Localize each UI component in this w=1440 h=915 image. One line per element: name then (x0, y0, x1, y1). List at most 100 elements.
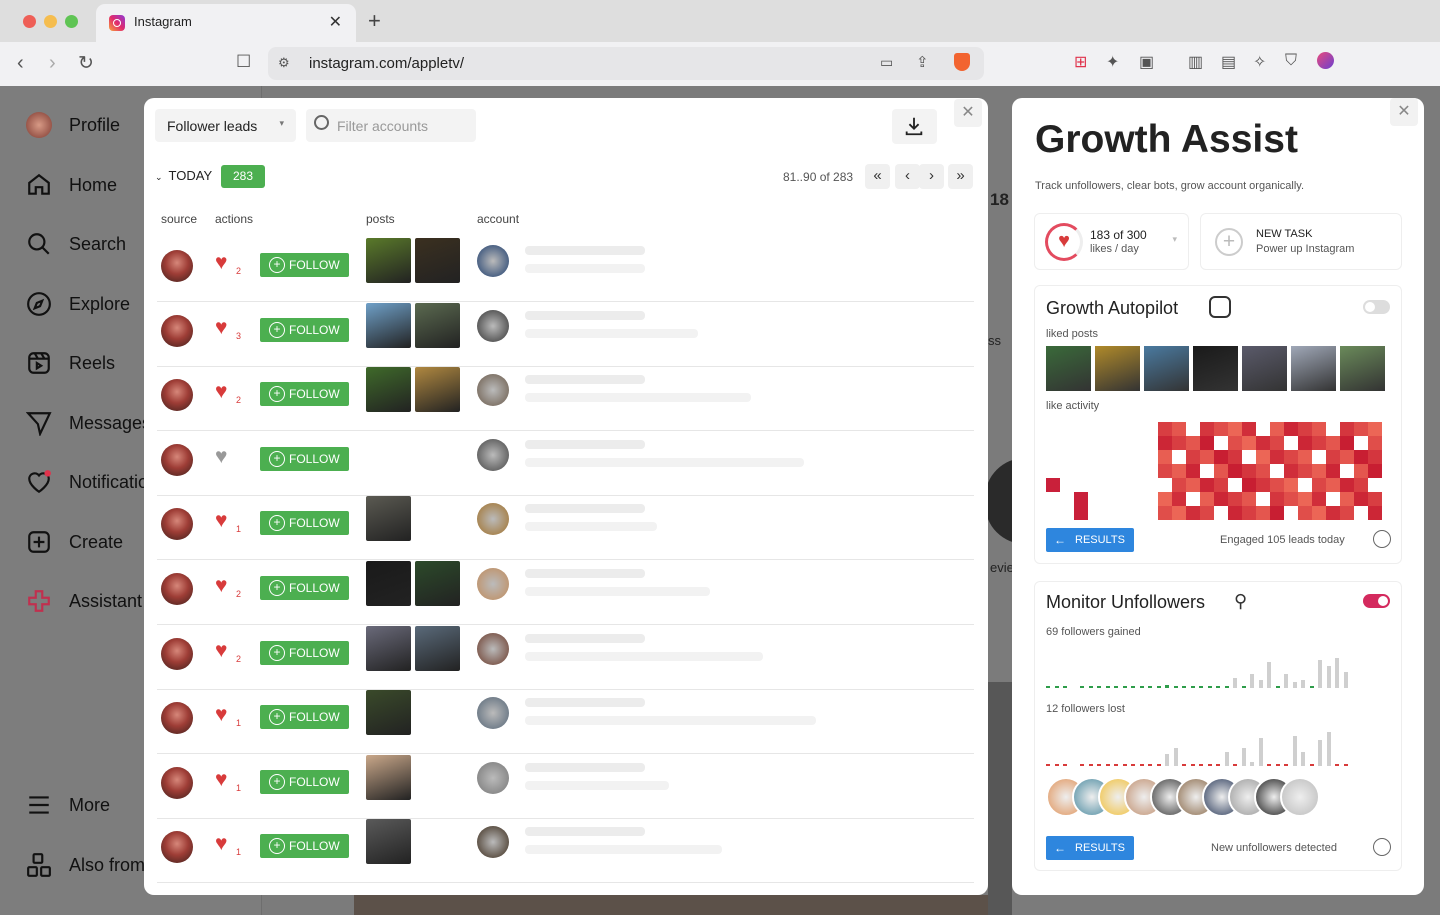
heatmap-cell (1368, 492, 1382, 506)
follow-button[interactable]: FOLLOW (260, 511, 349, 536)
liked-post-thumbnail[interactable] (1193, 346, 1238, 391)
profile-icon[interactable] (1317, 52, 1334, 69)
minimize-window-button[interactable] (44, 15, 57, 28)
brave-shield-icon[interactable] (954, 53, 970, 71)
post-thumbnail[interactable] (366, 496, 411, 542)
cast-icon[interactable]: ▭ (880, 54, 893, 71)
account-bio-blurred (525, 587, 710, 596)
unfollower-avatar[interactable] (1280, 777, 1320, 817)
unfollowers-toggle[interactable] (1363, 594, 1390, 608)
group-toggle[interactable]: ⌄ TODAY (155, 168, 212, 183)
liked-post-thumbnail[interactable] (1242, 346, 1287, 391)
trend-bar (1284, 764, 1288, 766)
follow-button[interactable]: FOLLOW (260, 769, 349, 794)
post-thumbnail[interactable] (366, 625, 411, 671)
assistant-icon (26, 588, 52, 614)
first-page-button[interactable]: « (865, 164, 890, 189)
post-thumbnail[interactable] (366, 819, 411, 865)
group-count-badge: 283 (221, 165, 265, 188)
wallet-icon[interactable]: ▤ (1221, 52, 1236, 72)
liked-post-thumbnail[interactable] (1340, 346, 1385, 391)
trend-bar (1114, 764, 1118, 766)
account-avatar[interactable] (477, 632, 509, 665)
post-thumbnail[interactable] (415, 302, 460, 348)
download-button[interactable] (892, 109, 937, 144)
maximize-window-button[interactable] (65, 15, 78, 28)
post-thumbnail[interactable] (366, 238, 411, 283)
follow-button[interactable]: FOLLOW (260, 317, 349, 342)
follow-button[interactable]: FOLLOW (260, 253, 349, 277)
account-bio-blurred (525, 457, 804, 467)
like-count: 1 (236, 524, 242, 535)
close-window-button[interactable] (23, 15, 36, 28)
account-avatar[interactable] (477, 503, 509, 536)
unfollowers-results-button[interactable]: RESULTS (1046, 836, 1134, 860)
trend-bar (1080, 686, 1084, 688)
post-thumbnail[interactable] (366, 561, 411, 606)
trend-bar (1284, 674, 1288, 688)
follow-button[interactable]: FOLLOW (260, 834, 349, 859)
post-thumbnail[interactable] (415, 367, 460, 413)
close-tab-icon[interactable]: ✕ (329, 12, 342, 32)
address-bar[interactable]: ⚙ instagram.com/appletv/ ▭ ⇪ (268, 47, 984, 80)
heatmap-cell (1312, 464, 1326, 478)
account-avatar[interactable] (477, 568, 509, 600)
filter-accounts-input[interactable]: Filter accounts (306, 109, 476, 142)
puzzle-icon[interactable]: ✦ (1106, 52, 1119, 72)
account-avatar[interactable] (477, 761, 509, 794)
follow-button[interactable]: FOLLOW (260, 382, 349, 407)
likes-per-day-card[interactable]: ♥ 183 of 300 likes / day ▾ (1034, 213, 1189, 270)
prev-page-button[interactable]: ‹ (895, 164, 920, 189)
post-thumbnail[interactable] (415, 561, 460, 606)
account-avatar[interactable] (477, 438, 509, 471)
screenshot-icon[interactable]: ▣ (1139, 52, 1154, 72)
post-thumbnail[interactable] (366, 690, 411, 736)
like-count: 3 (236, 330, 242, 341)
sidebar-toggle-icon[interactable]: ▥ (1188, 52, 1203, 72)
follow-button[interactable]: FOLLOW (260, 640, 349, 665)
liked-post-thumbnail[interactable] (1291, 346, 1336, 391)
post-thumbnail[interactable] (366, 302, 411, 348)
table-row: ♥ 2 FOLLOW (144, 625, 988, 690)
close-panel-button[interactable]: ✕ (1390, 98, 1418, 126)
follow-button[interactable]: FOLLOW (260, 576, 349, 600)
close-modal-button[interactable]: ✕ (954, 99, 982, 127)
last-page-button[interactable]: » (948, 164, 973, 189)
heatmap-cell (1354, 450, 1368, 464)
tab-title: Instagram (134, 14, 192, 29)
follow-button[interactable]: FOLLOW (260, 705, 349, 730)
account-avatar[interactable] (477, 697, 509, 730)
liked-post-thumbnail[interactable] (1046, 346, 1091, 391)
background-photo (988, 682, 1012, 915)
share-icon[interactable]: ⇪ (916, 53, 929, 71)
account-avatar[interactable] (477, 826, 509, 859)
browser-tab[interactable]: Instagram ✕ (96, 4, 356, 42)
account-avatar[interactable] (477, 245, 509, 277)
follow-button[interactable]: FOLLOW (260, 446, 349, 471)
account-avatar[interactable] (477, 309, 509, 342)
post-thumbnail[interactable] (366, 754, 411, 800)
forward-button[interactable]: › (49, 52, 56, 75)
bookmark-icon[interactable]: ☐ (236, 52, 251, 72)
post-thumbnail[interactable] (415, 238, 460, 283)
liked-post-thumbnail[interactable] (1095, 346, 1140, 391)
account-avatar[interactable] (477, 374, 509, 407)
new-tab-button[interactable]: + (368, 8, 381, 34)
reload-button[interactable]: ↻ (78, 52, 94, 75)
autopilot-toggle[interactable] (1363, 300, 1390, 314)
autopilot-results-button[interactable]: RESULTS (1046, 528, 1134, 552)
leo-ai-icon[interactable]: ✧ (1253, 52, 1266, 72)
post-thumbnail[interactable] (415, 625, 460, 671)
lead-type-dropdown[interactable]: Follower leads ▾ (155, 109, 296, 142)
back-button[interactable]: ‹ (17, 52, 24, 75)
tab-bar: Instagram ✕ + (0, 0, 1440, 42)
next-page-button[interactable]: › (919, 164, 944, 189)
new-task-card[interactable]: + NEW TASK Power up Instagram (1200, 213, 1402, 270)
liked-post-thumbnail[interactable] (1144, 346, 1189, 391)
extension-icon[interactable]: ⊞ (1074, 52, 1087, 72)
trend-bar (1097, 686, 1101, 688)
vpn-shield-icon[interactable]: ⛉ (1285, 52, 1297, 70)
row-divider (157, 882, 974, 884)
post-thumbnail[interactable] (366, 367, 411, 413)
site-settings-icon[interactable]: ⚙ (278, 55, 290, 71)
